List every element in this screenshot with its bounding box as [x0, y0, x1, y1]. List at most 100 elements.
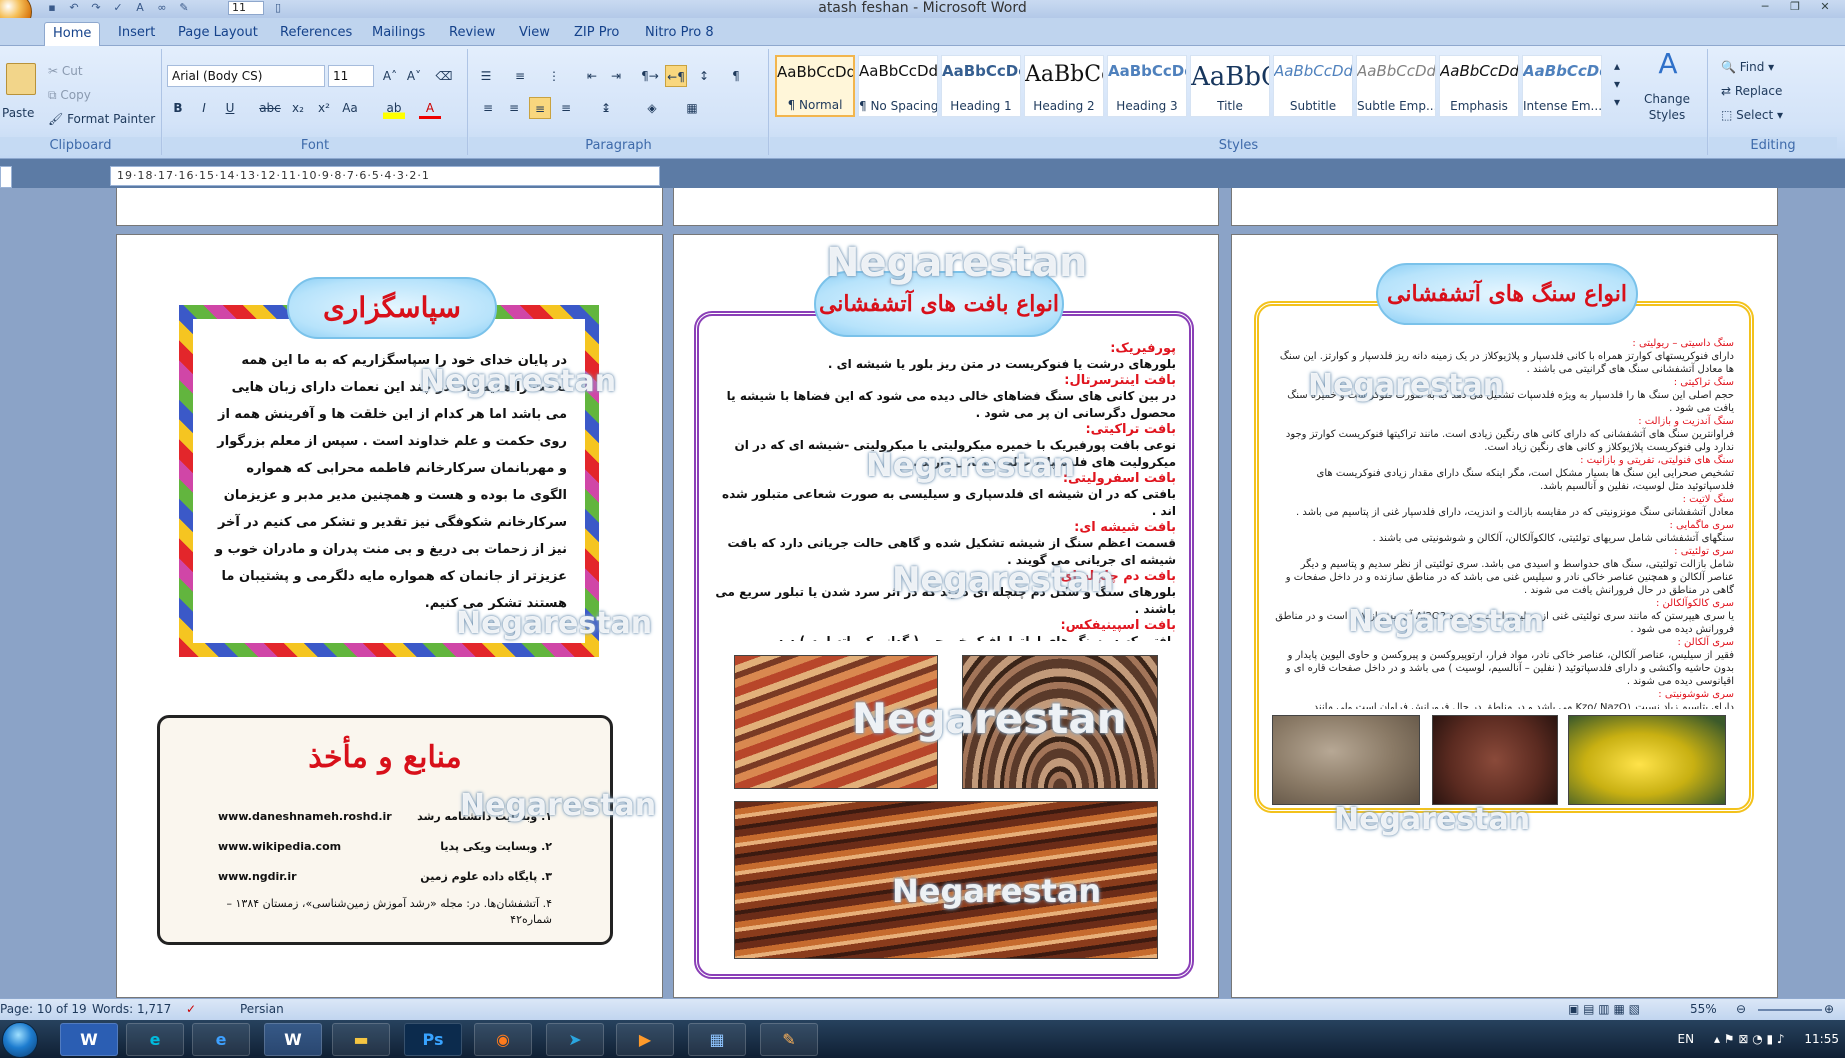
align-right-icon[interactable]: ≡ — [529, 97, 551, 119]
paste-button[interactable]: Paste — [2, 105, 34, 121]
close-icon[interactable]: ✕ — [1811, 0, 1839, 14]
sort-icon[interactable]: ↕ — [693, 65, 715, 87]
ie-edge-taskbar-icon[interactable]: e — [126, 1023, 184, 1056]
style-emphasis[interactable]: AaBbCcDdEe Emphasis — [1439, 55, 1519, 117]
zoom-in-icon[interactable]: ⊕ — [1824, 999, 1834, 1020]
style-heading-1[interactable]: AaBbCcDc Heading 1 — [941, 55, 1021, 117]
texture-heading: بافت تراکیتی: — [1085, 422, 1176, 437]
style-preview: AaBbCcDdEe — [1191, 62, 1269, 92]
telegram-taskbar-icon[interactable]: ➤ — [546, 1023, 604, 1056]
control-panel-taskbar-icon[interactable]: ▦ — [688, 1023, 746, 1056]
select-button[interactable]: ⬚ Select ▾ — [1721, 107, 1783, 123]
borders-icon[interactable]: ▦ — [681, 97, 703, 119]
tab-page-layout[interactable]: Page Layout — [178, 24, 258, 42]
italic-icon[interactable]: I — [193, 97, 215, 119]
page-middle[interactable]: انواع بافت های آتشفشانی پورفیریک: بلورها… — [673, 234, 1219, 998]
internet-explorer-taskbar-icon[interactable]: e — [192, 1023, 250, 1056]
texture-body: بلورهای سنگ و شکل دم چلچله ای دارند که د… — [715, 585, 1176, 616]
numbering-icon[interactable]: ≡ — [509, 65, 531, 87]
replace-button[interactable]: ⇄ Replace — [1721, 83, 1782, 99]
style-intense-emphasis[interactable]: AaBbCcDdEe Intense Em... — [1522, 55, 1602, 117]
font-name-field[interactable]: Arial (Body CS) — [167, 65, 325, 87]
find-button[interactable]: 🔍 Find ▾ — [1721, 59, 1774, 75]
ruler-corner[interactable] — [0, 166, 12, 188]
strikethrough-icon[interactable]: abc — [259, 97, 281, 119]
maximize-icon[interactable]: ❐ — [1781, 0, 1809, 14]
style-title[interactable]: AaBbCcDdEe Title — [1190, 55, 1270, 117]
proofing-icon[interactable]: ✓ — [186, 999, 196, 1020]
increase-indent-icon[interactable]: ⇥ — [605, 65, 627, 87]
input-language[interactable]: EN — [1678, 1032, 1695, 1046]
clock[interactable]: 11:55 — [1804, 1032, 1839, 1046]
underline-icon[interactable]: U — [219, 97, 241, 119]
zoom-slider[interactable] — [1758, 1009, 1822, 1011]
language[interactable]: Persian — [240, 999, 284, 1020]
folder-taskbar-icon[interactable]: ▬ — [332, 1023, 390, 1056]
cut-button[interactable]: ✂ Cut — [48, 63, 83, 79]
style-no-spacing[interactable]: AaBbCcDdEe ¶ No Spacing — [858, 55, 938, 117]
ltr-icon[interactable]: ¶→ — [639, 65, 661, 87]
tab-mailings[interactable]: Mailings — [372, 24, 425, 42]
word-taskbar-icon[interactable]: W — [60, 1023, 118, 1056]
rtl-icon[interactable]: ←¶ — [665, 65, 687, 87]
source-num: ۲. — [541, 840, 552, 853]
change-case-icon[interactable]: Aa — [339, 97, 361, 119]
superscript-icon[interactable]: x² — [313, 97, 335, 119]
paste-icon[interactable] — [6, 63, 36, 95]
word-doc-taskbar-icon[interactable]: W — [264, 1023, 322, 1056]
style-heading-3[interactable]: AaBbCcDdEe Heading 3 — [1107, 55, 1187, 117]
view-buttons[interactable]: ▣ ▤ ▥ ▦ ▧ — [1568, 999, 1640, 1020]
media-player-taskbar-icon[interactable]: ▶ — [616, 1023, 674, 1056]
rock-texture-photo-3 — [734, 801, 1158, 959]
tab-home[interactable]: Home — [44, 22, 101, 47]
shrink-font-icon[interactable]: A˅ — [403, 65, 425, 87]
multilevel-icon[interactable]: ⋮ — [543, 65, 565, 87]
tab-zip-pro[interactable]: ZIP Pro — [574, 24, 619, 42]
change-styles-button[interactable]: Change Styles — [1634, 91, 1700, 123]
start-button-icon[interactable] — [2, 1022, 38, 1058]
zoom-out-icon[interactable]: ⊖ — [1736, 999, 1746, 1020]
show-marks-icon[interactable]: ¶ — [725, 65, 747, 87]
center-icon[interactable]: ≡ — [503, 97, 525, 119]
style-heading-2[interactable]: AaBbCcDdEe Heading 2 — [1024, 55, 1104, 117]
style-subtle-emphasis[interactable]: AaBbCcDdEe Subtle Emp... — [1356, 55, 1436, 117]
page-right[interactable]: انواع سنگ های آتشفشانی سنگ داسیتی – ریول… — [1231, 234, 1778, 998]
copy-button[interactable]: ⧉ Copy — [48, 87, 91, 103]
bold-icon[interactable]: B — [167, 97, 189, 119]
page-count[interactable]: Page: 10 of 19 — [0, 999, 87, 1020]
shading-icon[interactable]: ◈ — [641, 97, 663, 119]
style-preview: AaBbCcDdEe — [1357, 62, 1435, 80]
tab-references[interactable]: References — [280, 24, 352, 42]
photoshop-taskbar-icon[interactable]: Ps — [404, 1023, 462, 1056]
document-area[interactable]: سپاسگزاری در پایان خدای خود را سپاسگزاری… — [0, 188, 1845, 998]
format-painter-button[interactable]: 🖌 Format Painter — [48, 111, 155, 127]
grow-font-icon[interactable]: A˄ — [379, 65, 401, 87]
minimize-icon[interactable]: ─ — [1751, 0, 1779, 14]
tab-view[interactable]: View — [519, 24, 550, 42]
rock-body: یا سری هیپرستن که مانند سری تولئیتی غنی … — [1275, 611, 1734, 635]
styles-scroll-icon[interactable]: ▴ ▾ ▾ — [1606, 57, 1628, 117]
paint-taskbar-icon[interactable]: ✎ — [760, 1023, 818, 1056]
justify-icon[interactable]: ≡ — [555, 97, 577, 119]
tab-nitro-pro[interactable]: Nitro Pro 8 — [645, 24, 714, 42]
highlight-icon[interactable]: ab — [383, 97, 405, 119]
page-left[interactable]: سپاسگزاری در پایان خدای خود را سپاسگزاری… — [116, 234, 663, 998]
line-spacing-icon[interactable]: ↨ — [595, 97, 617, 119]
tab-insert[interactable]: Insert — [118, 24, 155, 42]
firefox-taskbar-icon[interactable]: ◉ — [474, 1023, 532, 1056]
font-size-field[interactable]: 11 — [328, 65, 374, 87]
tray-icons[interactable]: ▴ ⚑ ⊠ ◔ ▮ ♪ — [1714, 1032, 1785, 1046]
word-count[interactable]: Words: 1,717 — [92, 999, 171, 1020]
zoom-level[interactable]: 55% — [1690, 999, 1717, 1020]
subscript-icon[interactable]: x₂ — [287, 97, 309, 119]
font-color-icon[interactable]: A — [419, 97, 441, 119]
style-normal[interactable]: AaBbCcDdEe ¶ Normal — [775, 55, 855, 117]
tab-review[interactable]: Review — [449, 24, 495, 42]
clear-format-icon[interactable]: ⌫ — [433, 65, 455, 87]
decrease-indent-icon[interactable]: ⇤ — [581, 65, 603, 87]
change-styles-icon[interactable]: A — [1640, 50, 1696, 85]
bullets-icon[interactable]: ☰ — [475, 65, 497, 87]
align-left-icon[interactable]: ≡ — [477, 97, 499, 119]
horizontal-ruler[interactable]: 19·18·17·16·15·14·13·12·11·10·9·8·7·6·5·… — [110, 166, 660, 186]
style-subtitle[interactable]: AaBbCcDdEe Subtitle — [1273, 55, 1353, 117]
